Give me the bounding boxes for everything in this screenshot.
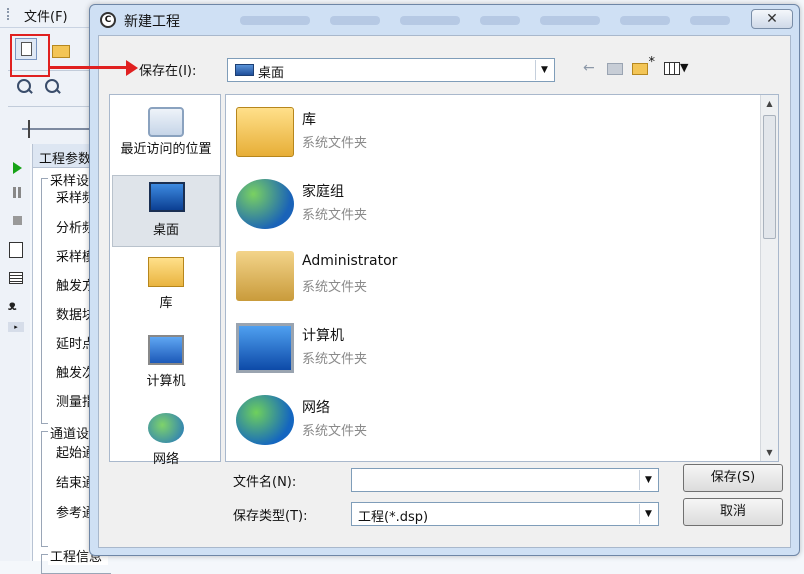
new-folder-icon[interactable] (632, 55, 655, 75)
place-label: 计算机 (146, 374, 186, 389)
place-label: 桌面 (152, 223, 179, 238)
save-location-value: 桌面 (258, 66, 285, 81)
dialog-title-bar[interactable]: C 新建工程 ✕ (90, 5, 799, 35)
slider-thumb[interactable] (28, 120, 30, 138)
scroll-up-icon[interactable]: ▲ (761, 95, 778, 112)
desktop-icon (235, 64, 254, 76)
close-icon: ✕ (766, 11, 778, 27)
computer-icon (148, 335, 184, 365)
toolbar-divider (8, 106, 94, 107)
library-icon (236, 107, 294, 157)
scroll-down-icon[interactable]: ▼ (761, 444, 778, 461)
annotation-highlight-box (10, 34, 50, 77)
save-in-label: 保存在(I): (139, 64, 197, 79)
chevron-down-icon[interactable]: ▼ (639, 470, 657, 490)
close-button[interactable]: ✕ (751, 9, 793, 29)
collapse-icon[interactable]: ▸ (8, 322, 24, 332)
slider-track[interactable] (22, 128, 94, 130)
list-icon[interactable] (9, 272, 23, 284)
blurred-title-text (620, 16, 670, 25)
item-name: 家庭组 (302, 184, 344, 200)
place-recent[interactable]: 最近访问的位置 (112, 101, 220, 173)
item-type: 系统文件夹 (302, 280, 368, 295)
menu-grip (7, 8, 9, 20)
place-label: 最近访问的位置 (120, 142, 212, 157)
stop-icon[interactable] (13, 216, 22, 225)
blurred-title-text (480, 16, 520, 25)
list-item[interactable]: 家庭组 系统文件夹 (236, 173, 616, 235)
place-desktop[interactable]: 桌面 (112, 175, 220, 247)
list-item[interactable]: 计算机 系统文件夹 (236, 317, 616, 379)
chevron-down-icon[interactable]: ▼ (639, 504, 657, 524)
save-location-dropdown[interactable]: 桌面 ▼ (227, 58, 555, 82)
binoculars-icon[interactable]: ᴥ (8, 297, 17, 314)
library-icon (148, 257, 184, 287)
blurred-title-text (690, 16, 730, 25)
desktop-icon (149, 182, 185, 212)
place-label: 网络 (152, 452, 179, 467)
item-type: 系统文件夹 (302, 352, 368, 367)
pause-icon[interactable] (13, 187, 21, 198)
user-folder-icon (236, 251, 294, 301)
place-computer[interactable]: 计算机 (112, 329, 220, 401)
list-item[interactable]: 网络 系统文件夹 (236, 389, 616, 451)
blurred-title-text (400, 16, 460, 25)
places-bar: 最近访问的位置 桌面 库 计算机 网络 (109, 94, 221, 467)
blurred-title-text (240, 16, 310, 25)
save-button[interactable]: 保存(S) (683, 464, 783, 492)
item-name: 网络 (302, 400, 330, 416)
computer-icon (236, 323, 294, 373)
homegroup-icon (236, 179, 294, 229)
back-arrow-icon[interactable]: ← (583, 60, 595, 76)
filename-label: 文件名(N): (233, 475, 297, 490)
filetype-label: 保存类型(T): (233, 509, 308, 524)
open-folder-icon[interactable] (50, 38, 72, 60)
place-library[interactable]: 库 (112, 251, 220, 323)
project-group: 工程信息 (41, 546, 111, 574)
vertical-scrollbar[interactable]: ▲ ▼ (760, 95, 778, 461)
scroll-thumb[interactable] (763, 115, 776, 239)
blurred-title-text (540, 16, 600, 25)
item-type: 系统文件夹 (302, 136, 368, 151)
recent-places-icon (148, 107, 184, 137)
side-toolstrip: ᴥ ▸ (0, 144, 30, 561)
new-project-dialog: C 新建工程 ✕ 保存在(I): 桌面 ▼ ← ▼ 最近访问的位置 桌面 (89, 4, 800, 556)
list-item[interactable]: Administrator 系统文件夹 (236, 245, 616, 307)
annotation-arrow-line (50, 66, 130, 69)
item-name: 库 (302, 112, 316, 128)
app-menubar: 文件(F) (0, 0, 100, 28)
up-folder-icon[interactable] (607, 63, 623, 75)
file-list: 库 系统文件夹 家庭组 系统文件夹 Administrator 系统文件夹 计算… (225, 94, 779, 462)
item-type: 系统文件夹 (302, 424, 368, 439)
annotation-arrow-head (126, 60, 138, 76)
item-name: Administrator (302, 253, 398, 269)
dialog-client: 保存在(I): 桌面 ▼ ← ▼ 最近访问的位置 桌面 库 (98, 35, 791, 548)
cancel-button[interactable]: 取消 (683, 498, 783, 526)
item-name: 计算机 (302, 328, 344, 344)
item-type: 系统文件夹 (302, 208, 368, 223)
blurred-title-text (330, 16, 380, 25)
place-network[interactable]: 网络 (112, 407, 220, 479)
network-icon (236, 395, 294, 445)
menu-file[interactable]: 文件(F) (24, 6, 68, 25)
properties-icon[interactable] (9, 242, 23, 258)
views-menu-icon[interactable]: ▼ (664, 61, 696, 77)
network-icon (148, 413, 184, 443)
list-item[interactable]: 库 系统文件夹 (236, 101, 616, 163)
filename-field[interactable]: ▼ (351, 468, 659, 492)
zoom-in-icon[interactable] (16, 78, 34, 96)
chevron-down-icon[interactable]: ▼ (535, 60, 553, 80)
filetype-dropdown[interactable]: 工程(*.dsp) ▼ (351, 502, 659, 526)
app-logo-icon: C (100, 12, 116, 28)
dialog-title: 新建工程 (124, 14, 180, 30)
filetype-value: 工程(*.dsp) (358, 510, 429, 525)
place-label: 库 (159, 296, 173, 311)
zoom-out-icon[interactable] (44, 78, 62, 96)
play-icon[interactable] (13, 162, 22, 174)
